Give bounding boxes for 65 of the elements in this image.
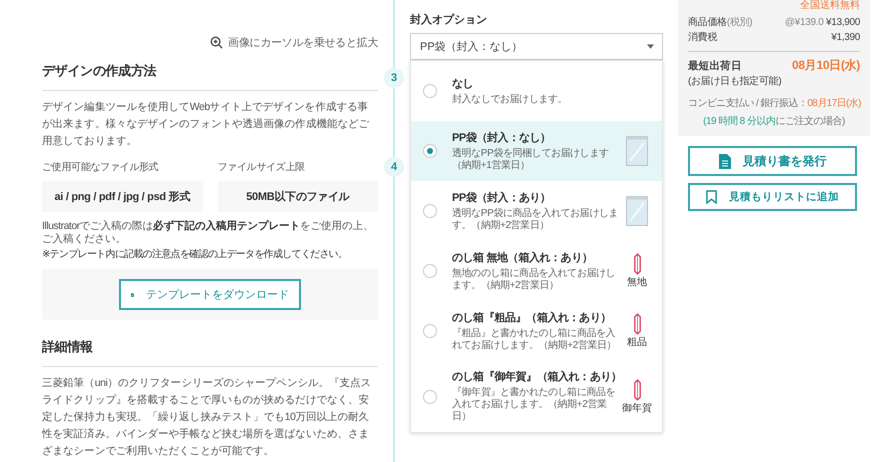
order-deadline: (19 時間 8 分以内にご注文の場合)	[702, 114, 846, 128]
box-label: 御年賀	[622, 402, 652, 414]
option-title: のし箱『粗品』（箱入れ：あり）	[452, 310, 612, 324]
step-number: 4	[384, 157, 404, 177]
step-number: 3	[384, 68, 404, 88]
zoom-hint-text: 画像にカーソルを乗せると拡大	[228, 36, 378, 50]
radio-button[interactable]	[423, 144, 437, 158]
option-item[interactable]: PP袋（封入：あり） 透明なPP袋に商品を入れてお届けします。（納期+2営業日）	[411, 181, 662, 241]
radio-button[interactable]	[423, 390, 437, 404]
add-to-quote-list-button[interactable]: 見積もりリストに追加	[688, 183, 857, 211]
shipping-note: 全国送料無料	[799, 0, 860, 12]
template-subnote: ※テンプレート内に記載の注意点を確認の上データを作成してください。	[42, 248, 348, 261]
spec-value: 50MB以下のファイル	[218, 181, 378, 212]
bookmark-icon	[706, 190, 717, 204]
tax-label: 消費税	[688, 30, 718, 45]
spec-label: ご使用可能なファイル形式	[42, 160, 160, 174]
tax-value: ¥1,390	[831, 31, 860, 45]
radio-button[interactable]	[423, 264, 437, 278]
details-description: 三菱鉛筆（uni）のクリフターシリーズのシャープペンシル。『支点スライドクリップ』を搭載することで厚いものが挟めるだけでなく、安定した保持力も実現。「繰り返し挟みテスト」でも10万回以上の耐久性を実証済み。バインダーや手帳など挟む場所を選ばないため、さまざまなシーンでご利用いただくことが可能です。	[42, 376, 372, 459]
section-title: 詳細情報	[42, 338, 378, 367]
option-item[interactable]: PP袋（封入：なし） 透明なPP袋を同梱してお届けします（納期+1営業日）	[411, 121, 662, 181]
alt-payment-label: コンビニ支払い / 銀行振込：	[688, 98, 808, 109]
option-label: 封入オプション	[410, 12, 488, 27]
radio-button[interactable]	[423, 204, 437, 218]
option-description: 無地ののし箱に商品を入れてお届けします。（納期+2営業日）	[452, 268, 616, 292]
price-label: 商品価格(税別)	[688, 16, 752, 30]
gift-box-icon	[632, 253, 642, 275]
alt-ship-date: 08月17日(水)	[807, 98, 861, 109]
option-item[interactable]: のし箱『御年賀』（箱入れ：あり） 『御年賀』と書かれたのし箱に商品を入れてお届けします。（納期+2営業日） 御年賀	[411, 361, 662, 432]
option-description: 封入なしでお届けします。	[452, 94, 568, 106]
document-icon	[718, 154, 730, 168]
gift-box-icon	[632, 313, 642, 335]
option-description: 『御年賀』と書かれたのし箱に商品を入れてお届けします。（納期+2営業日）	[452, 387, 616, 423]
section-title: デザインの作成方法	[42, 62, 378, 91]
ship-date-note: (お届け日も指定可能)	[688, 74, 782, 88]
option-item[interactable]: のし箱 無地（箱入れ：あり） 無地ののし箱に商品を入れてお届けします。（納期+2営業日） 無地	[411, 241, 662, 301]
option-item[interactable]: なし 封入なしでお届けします。	[411, 61, 662, 121]
gift-box-icon	[632, 378, 642, 400]
option-description: 『粗品』と書かれたのし箱に商品を入れてお届けします。（納期+2営業日）	[452, 328, 618, 352]
template-note: Illustratorでご入稿の際は必ず下記の入稿用テンプレートをご使用の上、ご入稿ください。	[42, 220, 375, 246]
box-label: 無地	[627, 276, 647, 289]
spec-value: ai / png / pdf / jpg / psd 形式	[42, 181, 202, 212]
box-label: 粗品	[627, 336, 647, 349]
option-title: なし	[452, 76, 474, 90]
enclosure-dropdown[interactable]: PP袋（封入：なし）	[410, 33, 663, 60]
zoom-in-icon	[210, 36, 224, 49]
caret-icon	[647, 44, 654, 49]
download-template-button[interactable]: テンプレートをダウンロード	[119, 279, 301, 310]
radio-button[interactable]	[423, 324, 437, 338]
issue-quote-button[interactable]: 見積り書を発行	[688, 146, 857, 176]
option-title: のし箱『御年賀』（箱入れ：あり）	[452, 370, 622, 384]
option-item[interactable]: のし箱『粗品』（箱入れ：あり） 『粗品』と書かれたのし箱に商品を入れてお届けします。（納期+2営業日） 粗品	[411, 301, 662, 361]
plastic-bag-icon	[626, 196, 648, 226]
option-title: のし箱 無地（箱入れ：あり）	[452, 250, 594, 264]
ship-date-label: 最短出荷日	[688, 59, 742, 74]
option-description: 透明なPP袋を同梱してお届けします（納期+1営業日）	[452, 148, 610, 172]
spec-label: ファイルサイズ上限	[218, 160, 306, 174]
option-title: PP袋（封入：あり）	[452, 190, 552, 204]
price-value: @¥139.0 ¥13,900	[784, 16, 860, 30]
option-description: 透明なPP袋に商品を入れてお届けします。（納期+2営業日）	[452, 208, 620, 232]
radio-button[interactable]	[423, 84, 437, 98]
design-description: デザイン編集ツールを使用してWebサイト上でデザインを作成する事が出来ます。様々なデザインのフォントや透過画像の作成機能などご用意しております。	[42, 100, 370, 149]
plastic-bag-icon	[626, 136, 648, 166]
option-title: PP袋（封入：なし）	[452, 130, 552, 144]
ship-date: 08月10日(水)	[792, 58, 860, 73]
